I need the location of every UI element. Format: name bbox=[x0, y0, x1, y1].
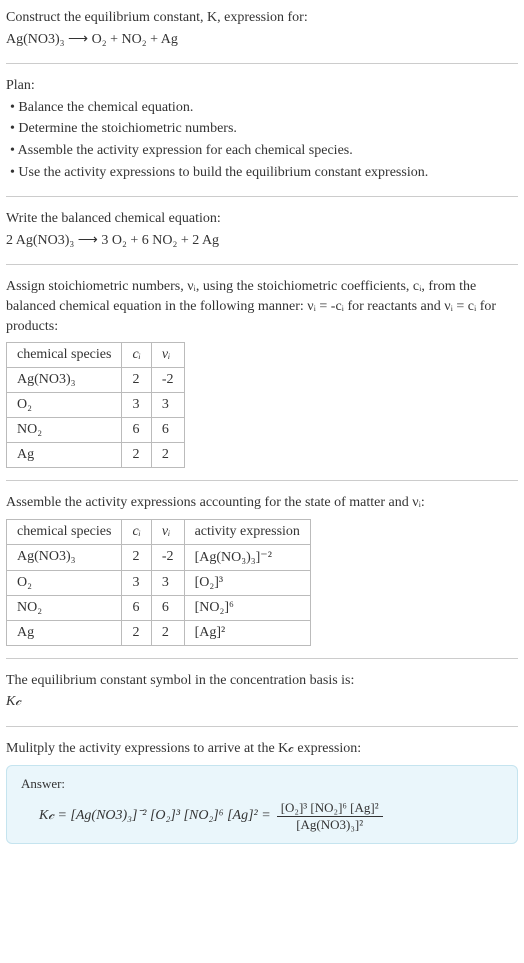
cell-vi: 2 bbox=[151, 620, 184, 645]
multiply-text: Mulitply the activity expressions to arr… bbox=[6, 739, 518, 759]
table-row: NO₂ 6 6 bbox=[7, 418, 185, 443]
cell-vi: 6 bbox=[151, 595, 184, 620]
cell-activity: [NO₂]⁶ bbox=[184, 595, 310, 620]
plan-bullet-3: • Assemble the activity expression for e… bbox=[6, 141, 518, 161]
cell-ci: 6 bbox=[122, 595, 151, 620]
cell-vi: 2 bbox=[151, 443, 184, 468]
cell-ci: 2 bbox=[122, 544, 151, 570]
table-row: Ag(NO3)₃ 2 -2 [Ag(NO₃)₃]⁻² bbox=[7, 544, 311, 570]
table-row: O₂ 3 3 [O₂]³ bbox=[7, 570, 311, 595]
table-row: Ag 2 2 [Ag]² bbox=[7, 620, 311, 645]
balanced-equation: 2 Ag(NO3)₃ ⟶ 3 O₂ + 6 NO₂ + 2 Ag bbox=[6, 231, 518, 251]
cell-ci: 2 bbox=[122, 368, 151, 393]
col-vi: νᵢ bbox=[151, 343, 184, 368]
multiply-section: Mulitply the activity expressions to arr… bbox=[6, 739, 518, 856]
table-row: NO₂ 6 6 [NO₂]⁶ bbox=[7, 595, 311, 620]
eqconst-section: The equilibrium constant symbol in the c… bbox=[6, 671, 518, 727]
balanced-title: Write the balanced chemical equation: bbox=[6, 209, 518, 229]
answer-lhs: K𝒸 = [Ag(NO3)₃]⁻² [O₂]³ [NO₂]⁶ [Ag]² = bbox=[39, 808, 271, 824]
table-header-row: chemical species cᵢ νᵢ activity expressi… bbox=[7, 519, 311, 544]
eqconst-text: The equilibrium constant symbol in the c… bbox=[6, 671, 518, 691]
cell-ci: 2 bbox=[122, 620, 151, 645]
plan-title: Plan: bbox=[6, 76, 518, 96]
answer-box: Answer: K𝒸 = [Ag(NO3)₃]⁻² [O₂]³ [NO₂]⁶ [… bbox=[6, 765, 518, 844]
col-species: chemical species bbox=[7, 343, 122, 368]
cell-ci: 6 bbox=[122, 418, 151, 443]
plan-bullet-1: • Balance the chemical equation. bbox=[6, 98, 518, 118]
plan-section: Plan: • Balance the chemical equation. •… bbox=[6, 76, 518, 197]
cell-ci: 2 bbox=[122, 443, 151, 468]
answer-label: Answer: bbox=[21, 776, 503, 792]
col-ci: cᵢ bbox=[122, 519, 151, 544]
activity-text: Assemble the activity expressions accoun… bbox=[6, 493, 518, 513]
col-species: chemical species bbox=[7, 519, 122, 544]
cell-ci: 3 bbox=[122, 393, 151, 418]
plan-bullet-2: • Determine the stoichiometric numbers. bbox=[6, 119, 518, 139]
cell-vi: 6 bbox=[151, 418, 184, 443]
cell-species: Ag(NO3)₃ bbox=[7, 544, 122, 570]
intro-line1: Construct the equilibrium constant, K, e… bbox=[6, 8, 518, 28]
answer-denominator: [Ag(NO3)₃]² bbox=[292, 817, 367, 833]
intro-equation: Ag(NO3)₃ ⟶ O₂ + NO₂ + Ag bbox=[6, 30, 518, 50]
cell-activity: [Ag]² bbox=[184, 620, 310, 645]
cell-vi: 3 bbox=[151, 393, 184, 418]
balanced-section: Write the balanced chemical equation: 2 … bbox=[6, 209, 518, 265]
cell-species: NO₂ bbox=[7, 595, 122, 620]
cell-activity: [O₂]³ bbox=[184, 570, 310, 595]
cell-species: Ag(NO3)₃ bbox=[7, 368, 122, 393]
answer-fraction: [O₂]³ [NO₂]⁶ [Ag]² [Ag(NO3)₃]² bbox=[277, 800, 383, 833]
answer-formula: K𝒸 = [Ag(NO3)₃]⁻² [O₂]³ [NO₂]⁶ [Ag]² = [… bbox=[21, 800, 503, 833]
cell-vi: -2 bbox=[151, 544, 184, 570]
intro-section: Construct the equilibrium constant, K, e… bbox=[6, 8, 518, 64]
cell-species: NO₂ bbox=[7, 418, 122, 443]
cell-ci: 3 bbox=[122, 570, 151, 595]
col-ci: cᵢ bbox=[122, 343, 151, 368]
col-activity: activity expression bbox=[184, 519, 310, 544]
cell-species: O₂ bbox=[7, 393, 122, 418]
table-row: Ag(NO3)₃ 2 -2 bbox=[7, 368, 185, 393]
activity-section: Assemble the activity expressions accoun… bbox=[6, 493, 518, 659]
stoich-table: chemical species cᵢ νᵢ Ag(NO3)₃ 2 -2 O₂ … bbox=[6, 342, 185, 468]
plan-bullet-4: • Use the activity expressions to build … bbox=[6, 163, 518, 183]
col-vi: νᵢ bbox=[151, 519, 184, 544]
table-header-row: chemical species cᵢ νᵢ bbox=[7, 343, 185, 368]
table-row: Ag 2 2 bbox=[7, 443, 185, 468]
cell-species: Ag bbox=[7, 620, 122, 645]
eqconst-symbol: K𝒸 bbox=[6, 692, 518, 712]
cell-species: O₂ bbox=[7, 570, 122, 595]
activity-table: chemical species cᵢ νᵢ activity expressi… bbox=[6, 519, 311, 646]
table-row: O₂ 3 3 bbox=[7, 393, 185, 418]
cell-vi: 3 bbox=[151, 570, 184, 595]
answer-numerator: [O₂]³ [NO₂]⁶ [Ag]² bbox=[277, 800, 383, 817]
cell-species: Ag bbox=[7, 443, 122, 468]
assign-text: Assign stoichiometric numbers, νᵢ, using… bbox=[6, 277, 518, 336]
cell-activity: [Ag(NO₃)₃]⁻² bbox=[184, 544, 310, 570]
cell-vi: -2 bbox=[151, 368, 184, 393]
assign-section: Assign stoichiometric numbers, νᵢ, using… bbox=[6, 277, 518, 481]
